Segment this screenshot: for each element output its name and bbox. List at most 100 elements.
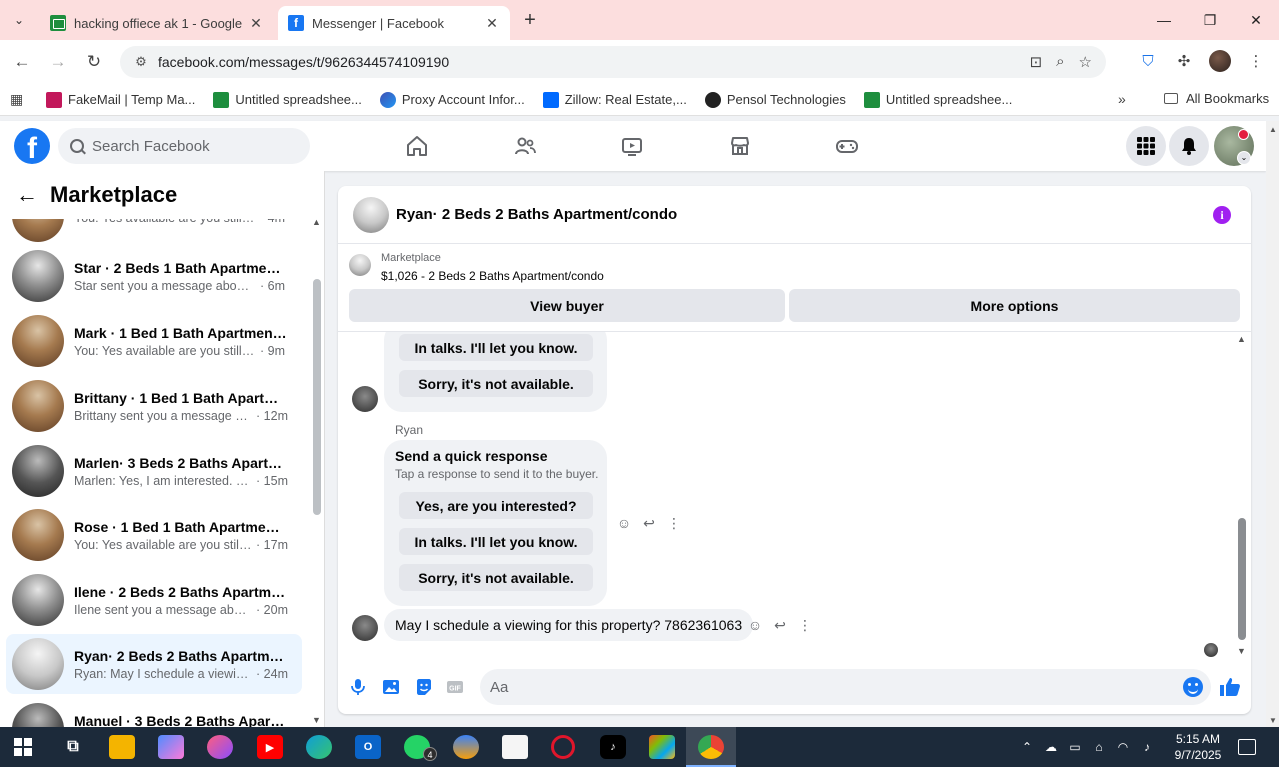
search-input[interactable] [92, 137, 292, 155]
scroll-up-icon[interactable]: ▲ [312, 217, 321, 227]
page-scrollbar[interactable]: ▲ ▼ [1266, 121, 1279, 727]
file-explorer-icon[interactable] [109, 735, 135, 759]
profile-avatar-icon[interactable] [1209, 50, 1231, 72]
facebook-search[interactable] [58, 128, 310, 164]
sender-avatar[interactable] [352, 615, 378, 641]
tab-messenger[interactable]: f Messenger | Facebook ✕ [278, 6, 510, 40]
bookmark-pensol[interactable]: Pensol Technologies [704, 91, 846, 108]
message-input-field[interactable] [480, 669, 1211, 705]
vpn-app-icon[interactable] [502, 735, 528, 759]
chat-title[interactable]: Ryan· 2 Beds 2 Baths Apartment/condo [396, 206, 677, 223]
wifi-icon[interactable]: ◠ [1116, 740, 1130, 754]
quick-response-option[interactable]: Yes, are you interested? [399, 492, 593, 519]
bookmark-spreadsheet-2[interactable]: Untitled spreadshee... [863, 91, 1012, 108]
more-options-button[interactable]: More options [789, 289, 1240, 322]
notifications-bell-icon[interactable] [1169, 126, 1209, 166]
info-icon[interactable]: i [1213, 206, 1231, 224]
device-icon[interactable]: ⌂ [1092, 740, 1106, 754]
forward-arrow-icon[interactable]: → [46, 51, 70, 73]
gif-icon[interactable]: GIF [445, 677, 465, 697]
inbox-scrollbar[interactable]: ▲ ▼ [312, 217, 322, 725]
menu-grid-icon[interactable] [1126, 126, 1166, 166]
shield-extension-icon[interactable]: ⛉ [1137, 49, 1159, 73]
quick-response-option[interactable]: Sorry, it's not available. [399, 564, 593, 591]
new-tab-button[interactable]: + [518, 10, 542, 32]
bookmark-spreadsheet-1[interactable]: Untitled spreadshee... [213, 91, 362, 108]
all-bookmarks-button[interactable]: All Bookmarks [1164, 91, 1269, 106]
browser-menu-icon[interactable]: ⋮ [1245, 49, 1267, 73]
show-hidden-icons-icon[interactable]: ⌃ [1020, 740, 1034, 754]
scroll-up-icon[interactable]: ▲ [1269, 125, 1277, 134]
url-text[interactable]: facebook.com/messages/t/9626344574109190 [158, 54, 1030, 70]
bookmark-fakemail[interactable]: FakeMail | Temp Ma... [46, 91, 195, 108]
gaming-icon[interactable] [832, 131, 862, 161]
scrollbar-thumb[interactable] [1238, 518, 1246, 640]
scroll-down-icon[interactable]: ▼ [312, 715, 321, 725]
conversation-item-active[interactable]: Ryan· 2 Beds 2 Baths Apartment... Ryan: … [6, 634, 302, 694]
address-bar[interactable]: ⚙ facebook.com/messages/t/96263445741091… [120, 46, 1106, 78]
microsoft-store-icon[interactable] [649, 735, 675, 759]
thumbs-up-icon[interactable] [1218, 675, 1242, 699]
conversation-item[interactable]: Brittany · 1 Bed 1 Bath Apartme... Britt… [6, 376, 302, 436]
sticker-icon[interactable] [414, 677, 434, 697]
account-chevron-icon[interactable]: ⌄ [1237, 151, 1251, 165]
message-input[interactable] [490, 678, 1150, 696]
quick-response-option[interactable]: In talks. I'll let you know. [399, 528, 593, 555]
sender-avatar[interactable] [352, 386, 378, 412]
facebook-logo[interactable]: f [14, 128, 50, 164]
copilot-icon[interactable] [158, 735, 184, 759]
more-actions-icon[interactable]: ⋮ [797, 617, 813, 633]
listing-thumbnail[interactable] [349, 254, 371, 276]
bookmark-zillow[interactable]: Zillow: Real Estate,... [542, 91, 687, 108]
view-buyer-button[interactable]: View buyer [349, 289, 785, 322]
home-icon[interactable] [402, 131, 432, 161]
video-icon[interactable] [617, 131, 647, 161]
photo-icon[interactable] [381, 677, 401, 697]
quick-response-option[interactable]: In talks. I'll let you know. [399, 334, 593, 361]
chat-avatar[interactable] [353, 196, 389, 233]
reload-icon[interactable]: ↻ [82, 51, 106, 73]
conversation-item[interactable]: Mark · 1 Bed 1 Bath Apartment/... You: Y… [6, 311, 302, 371]
scroll-up-icon[interactable]: ▲ [1237, 334, 1246, 344]
scroll-down-icon[interactable]: ▼ [1237, 646, 1246, 656]
tiktok-icon[interactable]: ♪ [600, 735, 626, 759]
outlook-icon[interactable]: O [355, 735, 381, 759]
reply-icon[interactable]: ↩ [772, 617, 788, 633]
conversation-item[interactable]: Ilene · 2 Beds 2 Baths Apartmen... Ilene… [6, 570, 302, 630]
battery-icon[interactable]: ▭ [1068, 740, 1082, 754]
windows-start-icon[interactable] [14, 738, 32, 756]
chat-scrollbar[interactable]: ▲ ▼ [1237, 332, 1247, 658]
youtube-icon[interactable]: ▶ [257, 735, 283, 759]
site-info-icon[interactable]: ⚙ [128, 54, 154, 70]
back-arrow-icon[interactable]: ← [16, 182, 44, 208]
tab-google-sheets[interactable]: hacking offiece ak 1 - Google Sheets ✕ [40, 6, 274, 40]
chrome-icon[interactable] [698, 735, 724, 759]
taskbar-clock[interactable]: 5:15 AM 9/7/2025 [1166, 731, 1230, 763]
emoji-icon[interactable] [1183, 677, 1203, 697]
react-emoji-icon[interactable]: ☺ [747, 617, 763, 633]
scrollbar-thumb[interactable] [313, 279, 321, 515]
app-icon[interactable] [207, 735, 233, 759]
apps-grid-icon[interactable]: ▦ [10, 91, 30, 108]
more-actions-icon[interactable]: ⋮ [666, 515, 682, 531]
microphone-icon[interactable] [348, 677, 368, 697]
volume-icon[interactable]: ♪ [1140, 740, 1154, 754]
tab-search-button[interactable]: ⌄ [6, 8, 32, 32]
bookmark-star-icon[interactable]: ☆ [1079, 53, 1092, 71]
extensions-puzzle-icon[interactable]: ✣ [1173, 49, 1195, 73]
quick-response-option[interactable]: Sorry, it's not available. [399, 370, 593, 397]
marketplace-icon[interactable] [725, 131, 755, 161]
close-window-icon[interactable]: ✕ [1233, 0, 1279, 40]
conversation-item[interactable]: Star · 2 Beds 1 Bath Apartment/... Star … [6, 246, 302, 306]
more-bookmarks-icon[interactable]: » [1118, 91, 1126, 107]
scroll-down-icon[interactable]: ▼ [1269, 716, 1277, 725]
badge-app-icon[interactable] [453, 735, 479, 759]
close-tab-icon[interactable]: ✕ [248, 15, 264, 31]
zoom-icon[interactable]: ⌕ [1056, 53, 1064, 71]
close-tab-icon[interactable]: ✕ [484, 15, 500, 31]
bookmark-proxy[interactable]: Proxy Account Infor... [379, 91, 525, 108]
react-emoji-icon[interactable]: ☺ [616, 515, 632, 531]
message-bubble[interactable]: May I schedule a viewing for this proper… [384, 609, 754, 641]
conversation-item[interactable]: Rose · 1 Bed 1 Bath Apartment/c... You: … [6, 505, 302, 565]
friends-icon[interactable] [510, 131, 540, 161]
